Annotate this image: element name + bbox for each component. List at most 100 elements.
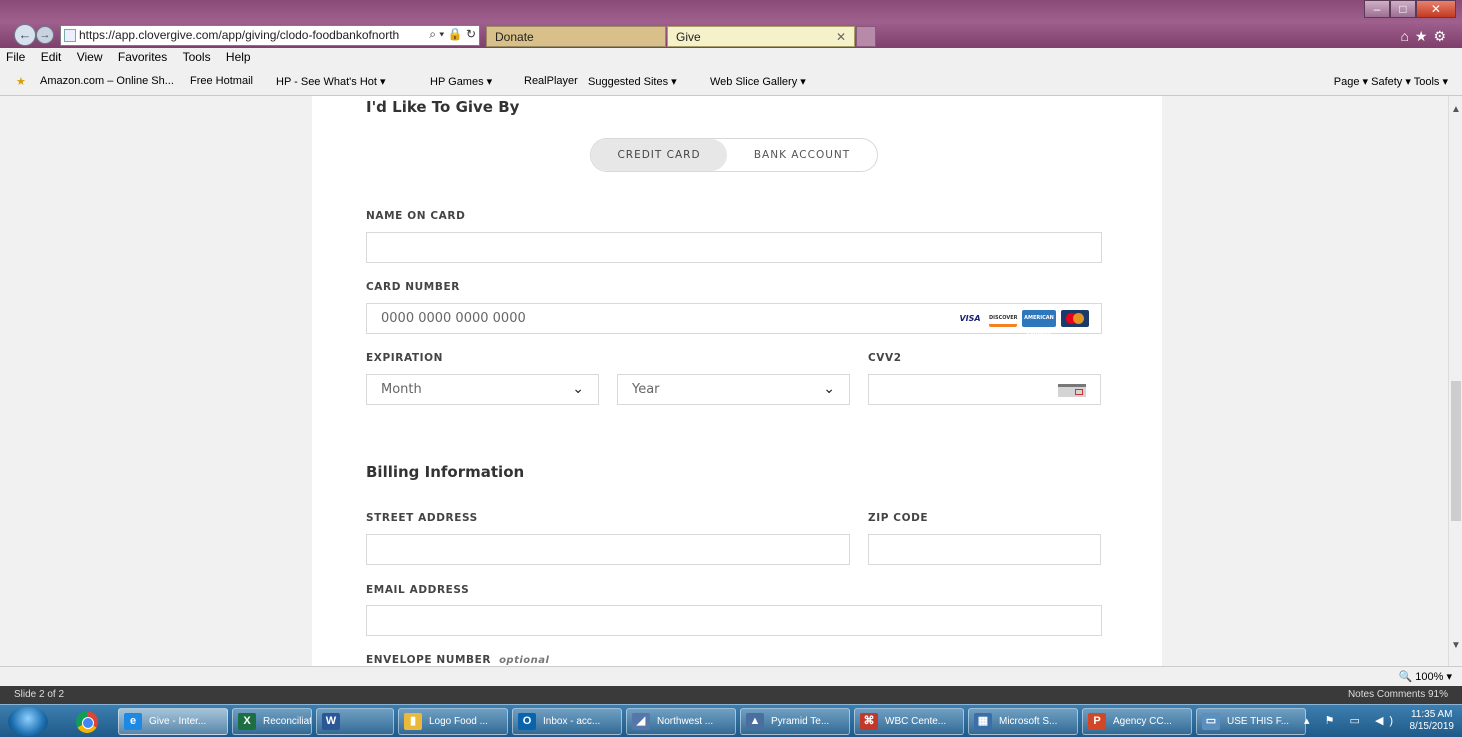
payment-method-toggle: CREDIT CARD BANK ACCOUNT [590,138,878,172]
page-scrollbar[interactable]: ▲ ▼ [1448,96,1462,666]
card-back-icon [1058,384,1086,397]
envelope-number-text: ENVELOPE NUMBER [366,654,492,666]
taskbar-item[interactable]: ▭ USE THIS F... [1196,708,1306,735]
word-icon: W [322,713,340,730]
zoom-level[interactable]: 🔍 100% ▾ [1399,670,1452,683]
taskbar-item-label: Reconciliati... [263,716,312,727]
site-favicon [64,29,76,42]
card-number-label: CARD NUMBER [366,281,460,293]
taskbar-item[interactable]: ◢ Northwest ... [626,708,736,735]
clock-time: 11:35 AM [1410,709,1453,720]
close-tab-icon[interactable]: ✕ [836,27,846,47]
menu-bar: File Edit View Favorites Tools Help [0,48,1462,66]
folder-icon: ▮ [404,713,422,730]
amex-icon: AMERICAN EXPRESS [1022,310,1056,338]
menu-favorites[interactable]: Favorites [112,48,173,64]
expiration-label: EXPIRATION [366,352,444,364]
card-number-placeholder: 0000 0000 0000 0000 [381,311,526,326]
system-tray: ▴ ⚑ ▭ ◀) 11:35 AM 8/15/2019 [1294,708,1454,735]
scroll-down-icon[interactable]: ▼ [1451,640,1461,651]
powerpoint-status-bar: Slide 2 of 2 Notes Comments 91% [0,686,1462,704]
taskbar-item-label: Microsoft S... [999,716,1058,727]
browser-status-bar: 🔍 100% ▾ [0,666,1462,686]
scroll-up-icon[interactable]: ▲ [1451,104,1461,115]
tab-give[interactable]: Give ✕ [667,26,855,47]
favorites-star-icon[interactable]: ★ [16,75,26,88]
menu-view[interactable]: View [71,48,109,64]
taskbar-item-label: USE THIS F... [1227,716,1290,727]
taskbar-item[interactable]: ▮ Logo Food ... [398,708,508,735]
bank-account-option[interactable]: BANK ACCOUNT [727,139,877,171]
close-window-button[interactable]: ✕ [1415,0,1456,18]
card-number-field[interactable]: 0000 0000 0000 0000 VISA DISCOVER AMERIC… [366,303,1102,338]
email-address-field[interactable] [366,605,1102,636]
optional-tag: optional [499,655,550,666]
taskbar-item[interactable]: W [316,708,394,735]
start-button[interactable] [8,707,48,736]
browser-titlebar: ← → https://app.clovergive.com/app/givin… [0,0,1462,48]
address-bar-icons[interactable]: ⌕ ▾ 🔒 ↻ [412,25,480,46]
taskbar-item-label: WBC Cente... [885,716,947,727]
network-icon: ▦ [974,713,992,730]
menu-help[interactable]: Help [220,48,257,64]
maximize-button[interactable]: □ [1389,0,1416,18]
browser-tool-icons[interactable]: ⌂★⚙ [1400,28,1452,45]
chevron-down-icon: ⌄ [572,381,584,397]
tab-label: Give [676,30,701,44]
expiration-year-select[interactable]: Year ⌄ [617,374,850,405]
favorite-web-slice-gallery[interactable]: Web Slice Gallery ▾ [710,75,806,88]
taskbar-item[interactable]: P Agency CC... [1082,708,1192,735]
powerpoint-icon: P [1088,713,1106,730]
discover-icon: DISCOVER [989,310,1018,327]
tab-donate[interactable]: Donate [486,26,666,47]
taskbar-item[interactable]: X Reconciliati... [232,708,312,735]
favorite-hotmail[interactable]: Free Hotmail [190,75,253,87]
name-on-card-field[interactable] [366,232,1102,263]
mastercard-icon [1061,310,1089,327]
forward-button[interactable]: → [36,26,54,44]
taskbar-item[interactable]: e Give - Inter... [118,708,228,735]
cvv-field[interactable] [868,374,1101,405]
street-address-field[interactable] [366,534,850,565]
taskbar-item[interactable]: O Inbox - acc... [512,708,622,735]
billing-heading: Billing Information [366,463,525,481]
clock[interactable]: 11:35 AM 8/15/2019 [1410,709,1455,733]
tray-icons[interactable]: ▴ ⚑ ▭ ◀) [1304,714,1399,727]
card-brand-logos: VISA DISCOVER AMERICAN EXPRESS [956,310,1089,338]
favorite-suggested-sites[interactable]: Suggested Sites ▾ [588,75,677,88]
credit-card-option[interactable]: CREDIT CARD [591,139,727,171]
zip-code-field[interactable] [868,534,1101,565]
favorite-hp-whats-hot[interactable]: HP - See What's Hot ▾ [276,75,386,88]
year-placeholder: Year [632,382,660,397]
menu-edit[interactable]: Edit [35,48,68,64]
favorite-hp-games[interactable]: HP Games ▾ [430,75,492,88]
favorite-realplayer[interactable]: RealPlayer [524,75,578,87]
scrollbar-thumb[interactable] [1451,381,1461,521]
ie-icon: e [124,713,142,730]
favorite-amazon[interactable]: Amazon.com – Online Sh... [40,75,174,87]
new-tab-button[interactable] [856,26,876,47]
windows-taskbar: e Give - Inter... X Reconciliati... W ▮ Logo F… [0,704,1462,737]
taskbar-item[interactable]: ⌘ WBC Cente... [854,708,964,735]
minimize-button[interactable]: – [1364,0,1390,18]
menu-file[interactable]: File [0,48,31,64]
taskbar-item-label: Northwest ... [657,716,714,727]
cvv-label: CVV2 [868,352,902,364]
outlook-icon: O [518,713,536,730]
menu-tools[interactable]: Tools [177,48,217,64]
taskbar-item[interactable]: ▲ Pyramid Te... [740,708,850,735]
street-address-label: STREET ADDRESS [366,512,478,524]
taskbar-item-label: Logo Food ... [429,716,488,727]
zip-code-label: ZIP CODE [868,512,929,524]
chevron-down-icon: ⌄ [823,381,835,397]
ppt-view-controls[interactable]: Notes Comments 91% [1348,689,1448,700]
taskbar-item[interactable]: ▦ Microsoft S... [968,708,1078,735]
excel-icon: X [238,713,256,730]
pyramid-icon: ▲ [746,713,764,730]
taskbar-item-label: Give - Inter... [149,716,207,727]
chrome-icon[interactable] [76,711,98,733]
zoom-value: 100% [1415,671,1444,683]
back-button[interactable]: ← [14,24,36,46]
expiration-month-select[interactable]: Month ⌄ [366,374,599,405]
command-bar[interactable]: Page ▾ Safety ▾ Tools ▾ [1334,75,1448,88]
